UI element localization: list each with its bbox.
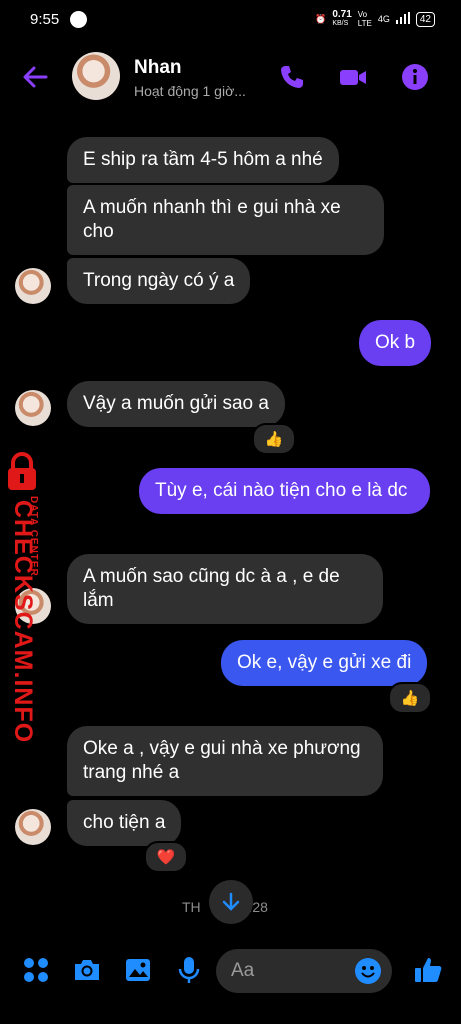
microphone-icon[interactable] (173, 954, 205, 986)
like-thumb-icon[interactable] (412, 954, 444, 986)
network-type: 4G (377, 14, 390, 24)
network-speed: 0.71 KB/S (332, 9, 352, 28)
contact-activity-status: Hoạt động 1 giờ... (134, 83, 246, 99)
volte-indicator: Vo LTE (357, 10, 372, 28)
reaction-badge[interactable]: ❤️ (144, 841, 188, 873)
message-input[interactable]: Aa (216, 949, 392, 993)
message-bubble[interactable]: A muốn sao cũng dc à a , e de lắm (67, 554, 383, 624)
contact-avatar-small[interactable] (15, 268, 51, 304)
message-composer: Aa (0, 940, 461, 1010)
scroll-to-bottom-button[interactable] (209, 880, 253, 924)
contact-avatar-small[interactable] (15, 809, 51, 845)
message-input-placeholder: Aa (231, 960, 255, 981)
phone-call-icon[interactable] (277, 62, 307, 92)
video-call-icon[interactable] (338, 62, 368, 92)
message-bubble[interactable]: Vậy a muốn gửi sao a (67, 381, 285, 427)
signal-icon (395, 12, 410, 26)
status-time: 9:55 (30, 11, 60, 28)
battery-indicator: 42 (415, 11, 435, 27)
checkscam-watermark: CHECKSCAM.INFO DATA CENTER (0, 452, 56, 743)
contact-name[interactable]: Nhan (134, 57, 182, 79)
arrow-down-icon (222, 892, 240, 911)
status-indicators: ⏰ 0.71 KB/S Vo LTE 4G 42 (315, 10, 435, 28)
reaction-badge[interactable]: 👍 (388, 682, 432, 714)
back-arrow-icon[interactable] (20, 62, 50, 92)
status-bar: 9:55 ⏰ 0.71 KB/S Vo LTE 4G 42 (0, 0, 461, 40)
message-bubble[interactable]: A muốn nhanh thì e gui nhà xe cho (67, 185, 384, 255)
gallery-icon[interactable] (122, 954, 154, 986)
reaction-badge[interactable]: 👍 (252, 423, 296, 455)
watermark-tag: DATA CENTER (28, 496, 39, 577)
message-bubble[interactable]: Oke a , vậy e gui nhà xe phương trang nh… (67, 726, 383, 796)
emoji-icon[interactable] (354, 957, 382, 985)
message-bubble[interactable]: Trong ngày có ý a (67, 258, 251, 304)
contact-avatar[interactable] (72, 52, 120, 100)
message-bubble-outgoing[interactable]: Ok b (359, 320, 432, 366)
contact-avatar-small[interactable] (15, 390, 51, 426)
chat-header: Nhan Hoạt động 1 giờ... (0, 46, 461, 108)
message-bubble[interactable]: cho tiện a (67, 800, 182, 846)
message-bubble[interactable]: E ship ra tầm 4-5 hôm a nhé (67, 137, 339, 183)
info-icon[interactable] (400, 62, 430, 92)
more-actions-icon[interactable] (20, 954, 52, 986)
message-bubble-outgoing[interactable]: Tùy e, cái nào tiện cho e là dc (139, 468, 430, 514)
alarm-icon: ⏰ (315, 13, 327, 24)
lock-icon (8, 452, 36, 490)
messenger-notification-icon (70, 11, 87, 28)
camera-icon[interactable] (71, 954, 103, 986)
message-bubble-outgoing[interactable]: Ok e, vậy e gửi xe đi (221, 640, 428, 686)
